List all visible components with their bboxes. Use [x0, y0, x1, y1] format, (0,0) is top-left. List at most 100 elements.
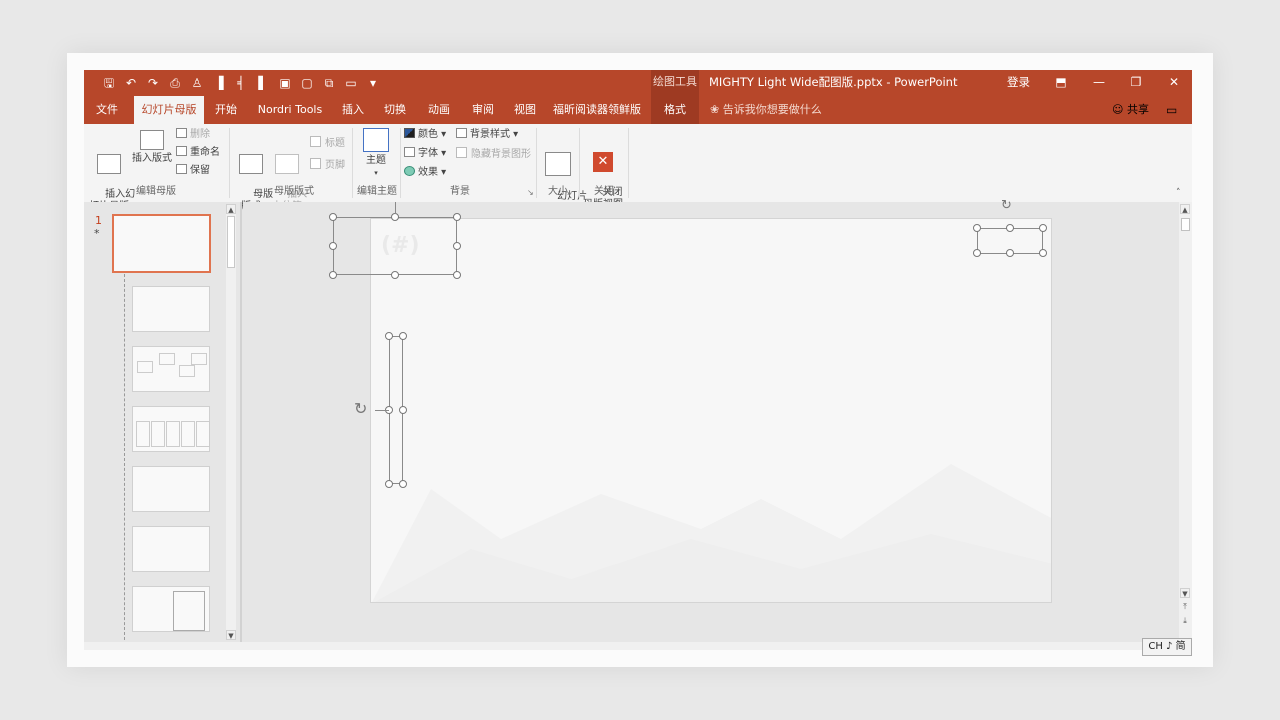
tell-me-search[interactable]: ❀ 告诉我你想要做什么: [710, 96, 822, 124]
resize-handle[interactable]: [973, 224, 981, 232]
resize-handle[interactable]: [399, 406, 407, 414]
scroll-up-icon[interactable]: ▲: [226, 204, 236, 214]
minimize-icon[interactable]: —: [1080, 70, 1118, 96]
insert-slide-master-icon: [97, 154, 121, 174]
footer-checkbox[interactable]: 页脚: [310, 158, 345, 173]
document-title: MIGHTY Light Wide配图版.pptx - PowerPoint: [709, 75, 958, 89]
presenter-icon[interactable]: ⎙: [164, 75, 186, 91]
share-button[interactable]: ☺ 共享: [1112, 96, 1149, 124]
rotation-line: [395, 202, 396, 214]
thumbnail-layout[interactable]: [132, 346, 210, 392]
resize-handle[interactable]: [391, 271, 399, 279]
preserve-button[interactable]: 保留: [176, 164, 210, 178]
tab-view[interactable]: 视图: [508, 96, 542, 124]
close-icon[interactable]: ✕: [1155, 70, 1192, 96]
login-button[interactable]: 登录: [1007, 70, 1030, 94]
hide-background-checkbox-box: [456, 147, 467, 158]
ribbon-separator: [579, 128, 580, 198]
shape-fill-icon[interactable]: ▭: [340, 75, 362, 91]
tab-review[interactable]: 审阅: [466, 96, 500, 124]
align-center-icon[interactable]: ╡: [230, 75, 252, 91]
customize-qat-icon[interactable]: ▾: [362, 75, 384, 91]
resize-handle[interactable]: [329, 213, 337, 221]
resize-handle[interactable]: [391, 213, 399, 221]
resize-handle[interactable]: [453, 242, 461, 250]
insert-layout-button[interactable]: 插入版式: [130, 130, 174, 165]
tab-file[interactable]: 文件: [88, 96, 126, 124]
resize-handle[interactable]: [385, 332, 393, 340]
collapse-ribbon-icon[interactable]: ˄: [1176, 188, 1181, 198]
group-icon[interactable]: ⧉: [318, 75, 340, 91]
redo-icon[interactable]: ↷: [142, 75, 164, 91]
restore-icon[interactable]: ❐: [1117, 70, 1155, 96]
canvas-scrollbar[interactable]: ▲ ▼ ⤒ ⤓: [1179, 202, 1192, 642]
rename-label: 重命名: [190, 147, 220, 158]
thumbnail-master[interactable]: [112, 214, 211, 273]
delete-button[interactable]: 删除: [176, 128, 210, 142]
tab-format[interactable]: 格式: [651, 96, 699, 124]
ime-indicator[interactable]: CH ♪ 简: [1142, 638, 1192, 656]
scrollbar-thumb[interactable]: [1181, 218, 1190, 231]
slide-master[interactable]: (#): [370, 218, 1052, 603]
comments-icon[interactable]: ▭: [1166, 96, 1177, 124]
scroll-down-icon[interactable]: ▼: [1180, 588, 1190, 598]
effects-button[interactable]: 效果 ▾: [404, 166, 446, 180]
resize-handle[interactable]: [1039, 249, 1047, 257]
tab-slide-master[interactable]: 幻灯片母版: [134, 96, 204, 124]
resize-handle[interactable]: [329, 242, 337, 250]
colors-button[interactable]: 颜色 ▾: [404, 128, 446, 142]
tab-home[interactable]: 开始: [208, 96, 244, 124]
resize-handle[interactable]: [453, 213, 461, 221]
send-backward-icon[interactable]: ▢: [296, 75, 318, 91]
undo-icon[interactable]: ↶: [120, 75, 142, 91]
group-label-close: 关闭: [594, 186, 614, 197]
next-slide-icon[interactable]: ⤓: [1180, 616, 1190, 626]
dialog-launcher-icon[interactable]: ↘: [527, 188, 534, 197]
themes-button[interactable]: 主题 ▾: [358, 128, 394, 179]
tab-nordri-tools[interactable]: Nordri Tools: [252, 96, 328, 124]
scroll-up-icon[interactable]: ▲: [1180, 204, 1190, 214]
resize-handle[interactable]: [1006, 249, 1014, 257]
person-icon[interactable]: ♙: [186, 75, 208, 91]
background-styles-button[interactable]: 背景样式 ▾: [456, 128, 518, 142]
ribbon-display-icon[interactable]: ⬒: [1042, 70, 1080, 96]
save-icon[interactable]: 🖫: [98, 75, 120, 91]
resize-handle[interactable]: [973, 249, 981, 257]
thumbnail-layout[interactable]: [132, 466, 210, 512]
ribbon-separator: [352, 128, 353, 198]
panel-divider[interactable]: [240, 202, 242, 642]
thumbnail-layout[interactable]: [132, 406, 210, 452]
background-styles-label: 背景样式: [470, 129, 510, 140]
rename-button[interactable]: 重命名: [176, 146, 220, 160]
thumbnail-layout[interactable]: [132, 286, 210, 332]
tab-insert[interactable]: 插入: [336, 96, 370, 124]
rotate-handle-icon[interactable]: ↻: [354, 399, 367, 418]
resize-handle[interactable]: [1039, 224, 1047, 232]
title-checkbox[interactable]: 标题: [310, 136, 345, 151]
tab-animations[interactable]: 动画: [422, 96, 456, 124]
resize-handle[interactable]: [399, 332, 407, 340]
colors-icon: [404, 128, 415, 138]
resize-handle[interactable]: [399, 480, 407, 488]
thumbnail-layout[interactable]: [132, 526, 210, 572]
rotate-handle-icon[interactable]: ↻: [1001, 198, 1012, 213]
align-left-icon[interactable]: ▐: [208, 75, 230, 91]
thumbnail-layout[interactable]: [132, 586, 210, 632]
thumbnail-scrollbar[interactable]: ▲ ▼: [226, 204, 236, 640]
resize-handle[interactable]: [329, 271, 337, 279]
bring-forward-icon[interactable]: ▣: [274, 75, 296, 91]
scrollbar-thumb[interactable]: [227, 216, 235, 268]
resize-handle[interactable]: [453, 271, 461, 279]
resize-handle[interactable]: [1006, 224, 1014, 232]
background-mountains: [372, 464, 1051, 602]
scroll-down-icon[interactable]: ▼: [226, 630, 236, 640]
selected-placeholder-box[interactable]: [333, 217, 457, 275]
fonts-button[interactable]: 字体 ▾: [404, 147, 446, 161]
tab-transitions[interactable]: 切换: [378, 96, 412, 124]
previous-slide-icon[interactable]: ⤒: [1180, 602, 1190, 612]
align-right-icon[interactable]: ▌: [252, 75, 274, 91]
hide-background-checkbox[interactable]: 隐藏背景图形: [456, 147, 531, 162]
resize-handle[interactable]: [385, 480, 393, 488]
themes-icon: [363, 128, 389, 152]
tab-foxit-reader[interactable]: 福昕阅读器领鲜版: [550, 96, 644, 124]
